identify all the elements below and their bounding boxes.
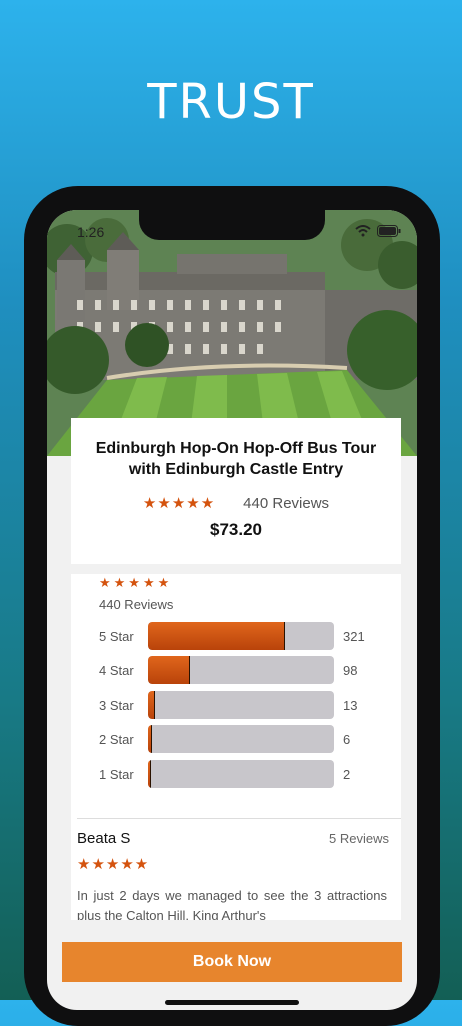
tour-summary-card: Edinburgh Hop-On Hop-Off Bus Tour with E…	[71, 418, 401, 564]
rating-bar-track	[148, 622, 334, 650]
summary-stars: ★★★★★	[99, 575, 173, 590]
rating-bar-3-star[interactable]: 3 Star 13	[99, 691, 389, 719]
tour-price: $73.20	[210, 520, 262, 539]
rating-bar-fill	[148, 760, 152, 788]
reviews-card: ★★★★★ 440 Reviews 5 Star 321 4 Star 98 3…	[71, 574, 401, 920]
rating-bar-5-star[interactable]: 5 Star 321	[99, 622, 389, 650]
rating-bar-fill	[148, 691, 155, 719]
rating-bar-1-star[interactable]: 1 Star 2	[99, 760, 389, 788]
rating-bar-label: 4 Star	[99, 662, 134, 678]
tour-reviews-count[interactable]: 440 Reviews	[243, 495, 329, 512]
rating-bar-count: 321	[343, 628, 365, 644]
tour-title: Edinburgh Hop-On Hop-Off Bus Tour with E…	[95, 440, 377, 478]
status-time: 1:26	[77, 224, 105, 240]
rating-bar-2-star[interactable]: 2 Star 6	[99, 725, 389, 753]
tour-rating-stars: ★★★★★	[142, 495, 216, 512]
rating-bar-count: 13	[343, 697, 358, 713]
rating-bar-track	[148, 760, 334, 788]
rating-bar-label: 3 Star	[99, 697, 134, 713]
phone-frame: 1:26 Edinburgh Hop-On Hop-Off Bus Tour w…	[24, 186, 440, 1026]
rating-bar-label: 2 Star	[99, 731, 134, 747]
phone-notch	[139, 210, 325, 240]
rating-bar-count: 6	[343, 731, 351, 747]
rating-bar-track	[148, 725, 334, 753]
divider	[77, 818, 401, 819]
book-now-button[interactable]: Book Now	[62, 942, 402, 982]
reviewer-reviews-count: 5 Reviews	[329, 831, 389, 846]
phone-screen: 1:26 Edinburgh Hop-On Hop-Off Bus Tour w…	[47, 210, 417, 1010]
page-headline: TRUST	[147, 74, 315, 130]
review-text: In just 2 days we managed to see the 3 a…	[77, 888, 387, 920]
rating-bar-label: 1 Star	[99, 766, 134, 782]
tour-rating-row: ★★★★★ 440 Reviews	[71, 494, 401, 513]
reviewer-name[interactable]: Beata S	[77, 830, 130, 847]
rating-bar-fill	[148, 656, 191, 684]
rating-bar-label: 5 Star	[99, 628, 134, 644]
home-indicator	[165, 1000, 299, 1005]
rating-bar-count: 2	[343, 766, 351, 782]
status-icons	[355, 224, 401, 242]
summary-reviews-count: 440 Reviews	[99, 597, 174, 612]
rating-bar-fill	[148, 622, 285, 650]
battery-icon	[377, 224, 401, 242]
rating-bar-4-star[interactable]: 4 Star 98	[99, 656, 389, 684]
rating-bar-fill	[148, 725, 152, 753]
rating-bar-track	[148, 691, 334, 719]
wifi-icon	[355, 224, 371, 242]
review-stars: ★★★★★	[77, 856, 150, 873]
rating-bar-count: 98	[343, 662, 358, 678]
rating-bar-track	[148, 656, 334, 684]
